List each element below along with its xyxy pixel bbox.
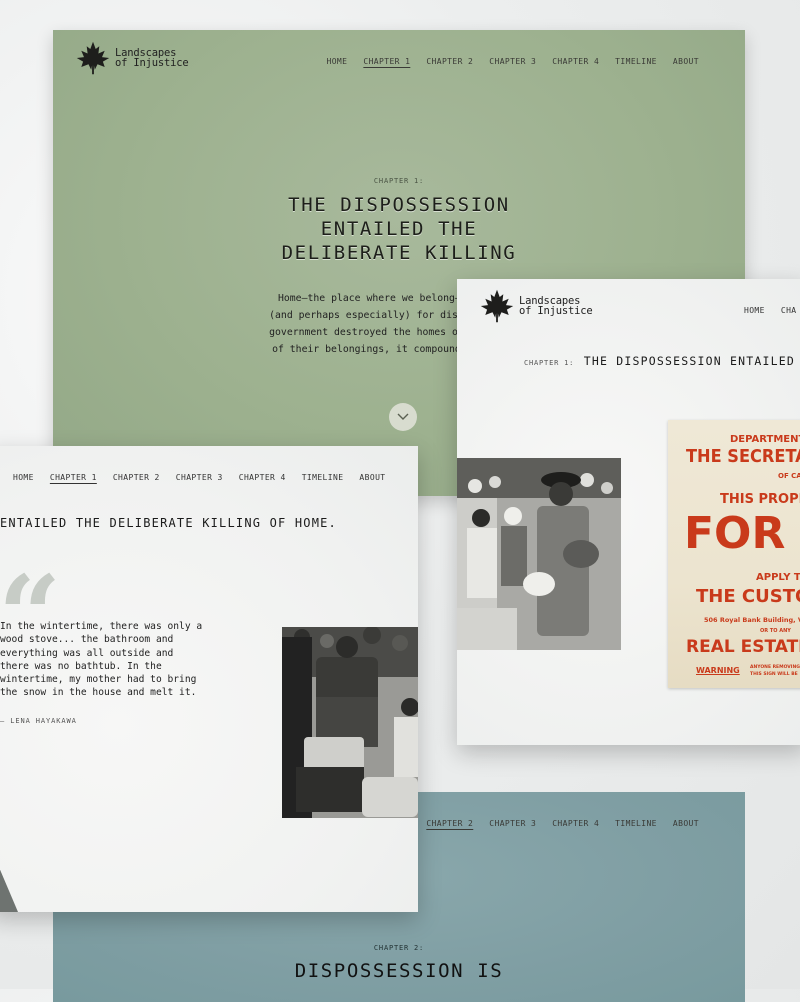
site-logo[interactable]: Landscapes of Injustice bbox=[479, 288, 593, 324]
quote-panel-nav: HOME CHAPTER 1 CHAPTER 2 CHAPTER 3 CHAPT… bbox=[13, 473, 386, 482]
chapter-kicker: CHAPTER 1: bbox=[373, 177, 425, 185]
section-heading: ENTAILED THE DELIBERATE KILLING OF HOME. bbox=[0, 516, 337, 530]
nav-chapter-1[interactable]: CHA bbox=[781, 306, 797, 315]
quote-attribution: — LENA HAYAKAWA bbox=[0, 717, 77, 725]
nav-timeline[interactable]: TIMELINE bbox=[615, 57, 657, 66]
nav-chapter-4[interactable]: CHAPTER 4 bbox=[239, 473, 286, 482]
nav-chapter-4[interactable]: CHAPTER 4 bbox=[552, 819, 599, 828]
nav-about[interactable]: ABOUT bbox=[673, 819, 699, 828]
chapter-2-title: DISPOSSESSION IS bbox=[294, 960, 504, 982]
nav-chapter-1[interactable]: CHAPTER 1 bbox=[50, 473, 97, 482]
nav-home[interactable]: HOME bbox=[326, 57, 347, 66]
poster-line: OR TO ANY bbox=[760, 628, 791, 634]
nav-timeline[interactable]: TIMELINE bbox=[302, 473, 344, 482]
poster-warning: WARNING bbox=[696, 666, 740, 675]
quote-line: the snow in the house and melt it. bbox=[0, 687, 197, 699]
chapter-2-nav: CHAPTER 2 CHAPTER 3 CHAPTER 4 TIMELINE A… bbox=[426, 819, 699, 828]
top-nav: HOME CHAPTER 1 CHAPTER 2 CHAPTER 3 CHAPT… bbox=[326, 57, 699, 66]
site-logo[interactable]: Landscapes of Injustice bbox=[75, 40, 189, 76]
hero-title-line: DELIBERATE KILLING bbox=[281, 242, 517, 264]
poster-line: THIS SIGN WILL BE bbox=[750, 672, 798, 677]
nav-home[interactable]: HOME bbox=[13, 473, 34, 482]
poster-line: THE CUSTO bbox=[696, 586, 800, 607]
photo-illustration bbox=[282, 627, 418, 818]
nav-about[interactable]: ABOUT bbox=[673, 57, 699, 66]
poster-line: APPLY TO bbox=[756, 572, 800, 583]
nav-chapter-3[interactable]: CHAPTER 3 bbox=[489, 819, 536, 828]
poster-line: FOR SA bbox=[684, 508, 800, 559]
nav-chapter-2[interactable]: CHAPTER 2 bbox=[426, 57, 473, 66]
chapter-1-quote-panel: HOME CHAPTER 1 CHAPTER 2 CHAPTER 3 CHAPT… bbox=[0, 446, 418, 912]
maple-leaf-icon bbox=[480, 289, 514, 323]
quote-line: wood stove... the bathroom and bbox=[0, 634, 174, 646]
chapter-2-kicker: CHAPTER 2: bbox=[373, 944, 425, 952]
nav-timeline[interactable]: TIMELINE bbox=[615, 819, 657, 828]
heading-kicker: CHAPTER 1: bbox=[524, 359, 575, 367]
poster-line: 506 Royal Bank Building, V bbox=[704, 616, 800, 624]
nav-chapter-4[interactable]: CHAPTER 4 bbox=[552, 57, 599, 66]
poster-panel-nav: HOME CHA bbox=[744, 306, 797, 315]
nav-chapter-2[interactable]: CHAPTER 2 bbox=[113, 473, 160, 482]
maple-leaf-icon bbox=[76, 41, 110, 75]
heading-title: THE DISPOSSESSION ENTAILED T bbox=[583, 354, 800, 368]
logo-line-2: of Injustice bbox=[519, 305, 593, 317]
chapter-1-poster-panel: Landscapes of Injustice HOME CHA CHAPTER… bbox=[457, 279, 800, 745]
nav-home[interactable]: HOME bbox=[744, 306, 765, 315]
corner-shadow bbox=[0, 846, 18, 912]
poster-line: REAL ESTATE bbox=[686, 637, 800, 657]
for-sale-poster: DEPARTMENT THE SECRETARY OF CANADA THIS … bbox=[668, 420, 800, 688]
quote-line: wintertime, my mother had to bring bbox=[0, 674, 197, 686]
nav-chapter-1[interactable]: CHAPTER 1 bbox=[363, 57, 410, 66]
poster-line: OF CANADA bbox=[778, 472, 800, 480]
archival-photo-crowd-luggage bbox=[282, 627, 418, 818]
nav-chapter-2[interactable]: CHAPTER 2 bbox=[426, 819, 473, 828]
scroll-down-button[interactable] bbox=[389, 403, 417, 431]
hero-title-line: THE DISPOSSESSION bbox=[288, 194, 510, 216]
quote-line: In the wintertime, there was only a bbox=[0, 621, 203, 632]
poster-line: ANYONE REMOVING bbox=[750, 665, 800, 670]
nav-about[interactable]: ABOUT bbox=[359, 473, 385, 482]
photo-illustration bbox=[457, 458, 621, 650]
poster-line: DEPARTMENT bbox=[730, 434, 800, 445]
section-heading: CHAPTER 1: THE DISPOSSESSION ENTAILED T bbox=[524, 350, 800, 369]
logo-line-2: of Injustice bbox=[115, 57, 189, 69]
quote-line: there was no bathtub. In the bbox=[0, 660, 162, 672]
archival-photo-woman-children bbox=[457, 458, 621, 650]
hero-title-line: ENTAILED THE bbox=[320, 218, 478, 240]
nav-chapter-3[interactable]: CHAPTER 3 bbox=[176, 473, 223, 482]
hero-title: THE DISPOSSESSION ENTAILED THE DELIBERAT… bbox=[53, 193, 745, 265]
quote-line: everything was all outside and bbox=[0, 647, 174, 659]
chevron-down-icon bbox=[397, 413, 409, 420]
poster-line: THE SECRETARY bbox=[686, 446, 800, 467]
pull-quote: In the wintertime, there was only a wood… bbox=[0, 620, 203, 700]
poster-line: THIS PROPE bbox=[720, 492, 800, 507]
nav-chapter-3[interactable]: CHAPTER 3 bbox=[489, 57, 536, 66]
